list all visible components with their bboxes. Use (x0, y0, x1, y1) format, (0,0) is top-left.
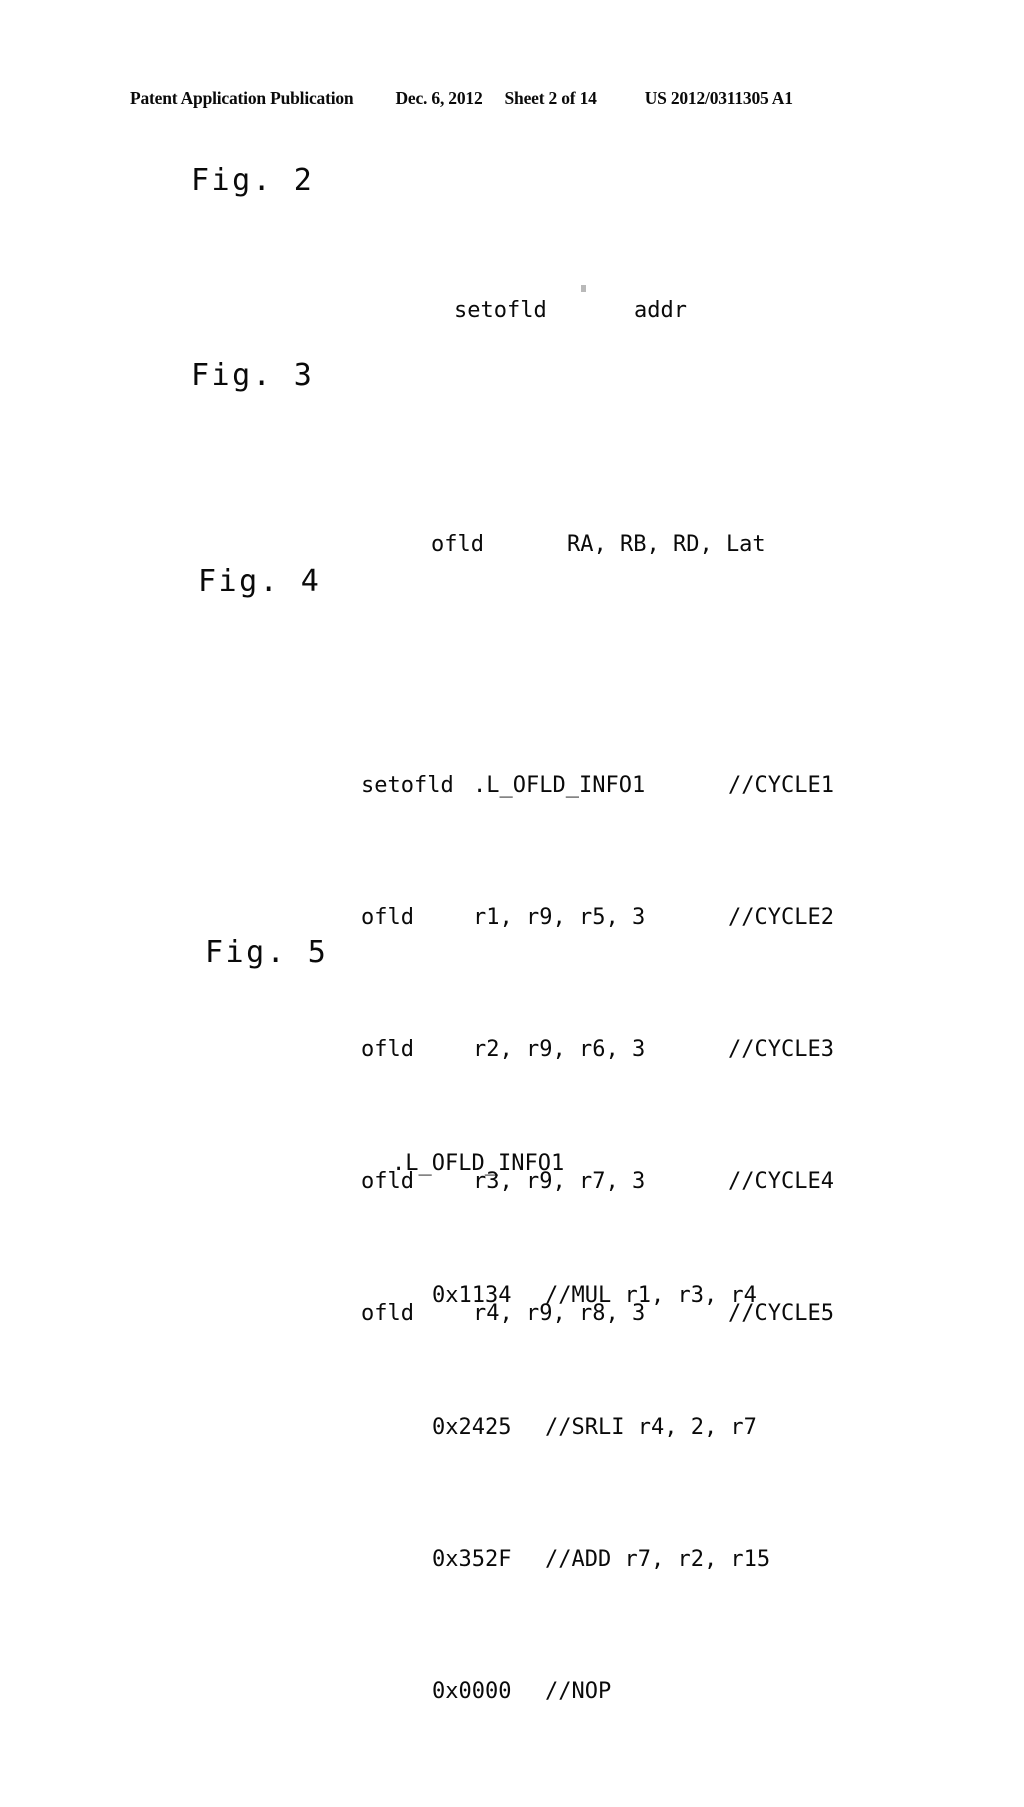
figure-4-mnemonic: ofld (361, 905, 414, 930)
header-publication-date: Dec. 6, 2012 (395, 88, 483, 108)
figure-5-code-line: 0x0000 //NOP (392, 1675, 770, 1708)
figure-5-code-line: 0x1134 //MUL r1, r3, r4 (392, 1279, 770, 1312)
figure-4-code-line: ofld r1, r9, r5, 3 //CYCLE2 (361, 901, 834, 934)
header-sheet-number: Sheet 2 of 14 (504, 88, 597, 108)
figure-3-code-block: ofld RA, RB, RD, Lat (431, 462, 766, 627)
page-header: Patent Application Publication Dec. 6, 2… (130, 88, 894, 109)
figure-5-code-line: 0x352F //ADD r7, r2, r15 (392, 1543, 770, 1576)
figure-5-label-wrap: Fig. 5 (205, 938, 328, 968)
figure-2-instruction-row: setofld addr (454, 294, 687, 327)
figure-5-hex-word: 0x2425 (432, 1415, 512, 1440)
figure-5-code-block: .L_OFLD_INFO1 0x1134 //MUL r1, r3, r4 0x… (392, 1048, 770, 1807)
figure-4-mnemonic: setofld (361, 773, 454, 798)
figure-3-operand: RA, RB, RD, Lat (567, 532, 766, 557)
figure-5-comment: //ADD r7, r2, r15 (545, 1547, 771, 1572)
figure-5-comment: //SRLI r4, 2, r7 (545, 1415, 757, 1440)
figure-4-label: Fig. 4 (198, 564, 322, 599)
figure-3-label: Fig. 3 (191, 358, 315, 393)
figure-2-code-block: setofld addr (454, 228, 687, 393)
figure-4-label-wrap: Fig. 4 (198, 567, 321, 597)
figure-4-comment: //CYCLE1 (728, 773, 834, 798)
figure-5-hex-word: 0x0000 (432, 1679, 512, 1704)
figure-4-operand: .L_OFLD_INFO1 (473, 773, 646, 798)
figure-2-mnemonic: setofld (454, 298, 547, 323)
figure-4-comment: //CYCLE2 (728, 905, 834, 930)
figure-5-label: Fig. 5 (205, 935, 329, 970)
figure-2-label: Fig. 2 (191, 163, 315, 198)
figure-3-instruction-row: ofld RA, RB, RD, Lat (431, 528, 766, 561)
header-publication-title: Patent Application Publication (130, 88, 354, 108)
figure-5-block-label: .L_OFLD_INFO1 (392, 1151, 565, 1176)
figure-5-comment: //MUL r1, r3, r4 (545, 1283, 757, 1308)
figure-5-code-line: 0x2425 //SRLI r4, 2, r7 (392, 1411, 770, 1444)
scan-artifact-speck (581, 285, 586, 292)
figure-3-label-wrap: Fig. 3 (191, 361, 314, 391)
figure-2-label-wrap: Fig. 2 (191, 166, 314, 196)
header-document-number: US 2012/0311305 A1 (644, 88, 793, 108)
figure-3-mnemonic: ofld (431, 532, 484, 557)
figure-4-code-line: setofld .L_OFLD_INFO1 //CYCLE1 (361, 769, 834, 802)
figure-5-hex-word: 0x352F (432, 1547, 512, 1572)
figure-5-hex-word: 0x1134 (432, 1283, 512, 1308)
figure-4-operand: r1, r9, r5, 3 (473, 905, 646, 930)
patent-drawing-sheet: Patent Application Publication Dec. 6, 2… (0, 0, 1024, 1704)
figure-5-comment: //NOP (545, 1679, 612, 1704)
figure-2-operand: addr (634, 298, 687, 323)
